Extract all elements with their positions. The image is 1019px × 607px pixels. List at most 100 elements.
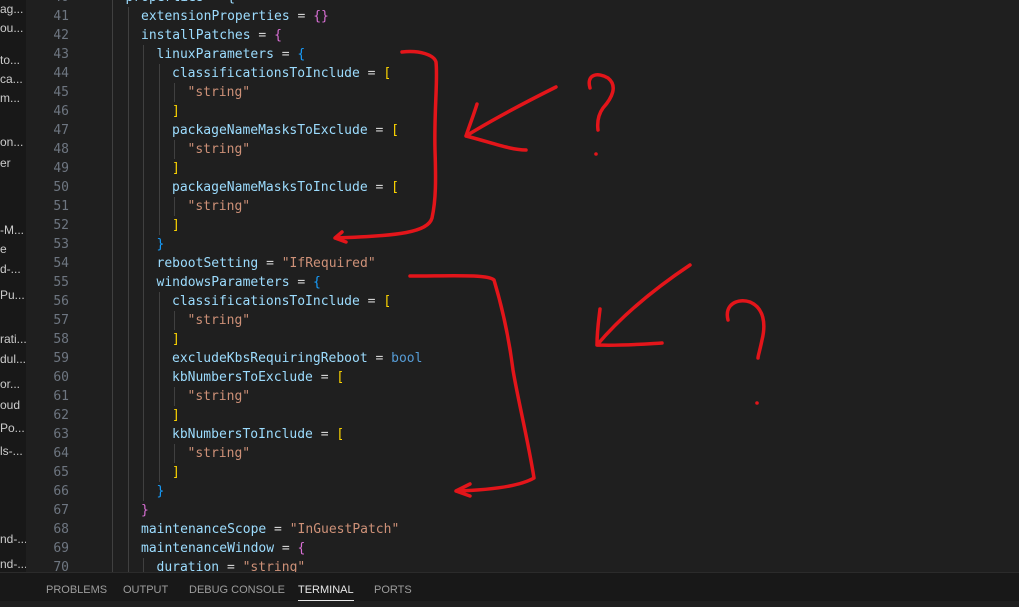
sidebar-item[interactable]: Po...	[0, 419, 26, 438]
code-token: ]	[172, 332, 180, 347]
indent-guide	[112, 45, 113, 64]
code-text: properties = {	[126, 0, 236, 7]
indent-guide	[127, 121, 129, 140]
code-line[interactable]: 69 maintenanceWindow = {	[26, 539, 1019, 558]
code-line[interactable]: 64 "string"	[26, 444, 1019, 463]
sidebar-item[interactable]: nd-...	[0, 555, 26, 572]
sidebar-item[interactable]: to...	[0, 51, 26, 70]
code-text: ]	[172, 216, 180, 235]
code-line[interactable]: 66}	[26, 482, 1019, 501]
sidebar-item[interactable]: ag...	[0, 0, 26, 19]
code-line[interactable]: 49]	[26, 159, 1019, 178]
code-text: excludeKbsRequiringReboot = bool	[172, 349, 422, 368]
sidebar-item[interactable]: Pu...	[0, 286, 26, 305]
sidebar-item[interactable]: ca...	[0, 70, 26, 89]
indent-guide	[158, 330, 160, 349]
line-number: 61	[53, 389, 69, 404]
code-line[interactable]: 43 linuxParameters = {	[26, 45, 1019, 64]
code-line[interactable]: 58]	[26, 330, 1019, 349]
code-text: maintenanceScope = "InGuestPatch"	[141, 520, 399, 539]
indent-guide	[143, 387, 144, 406]
indent-guide	[112, 7, 113, 26]
tab-problems[interactable]: PROBLEMS	[46, 573, 107, 601]
code-text: kbNumbersToInclude = [	[172, 425, 344, 444]
tab-ports[interactable]: PORTS	[374, 573, 412, 601]
indent-guide	[174, 444, 175, 463]
code-text: "string"	[188, 311, 251, 330]
code-text: maintenanceWindow = {	[141, 539, 305, 558]
sidebar-item[interactable]: d-...	[0, 260, 26, 279]
code-line[interactable]: 65]	[26, 463, 1019, 482]
code-token: excludeKbsRequiringReboot	[172, 351, 368, 366]
code-line[interactable]: 51 "string"	[26, 197, 1019, 216]
code-token: ]	[172, 104, 180, 119]
code-line[interactable]: 53}	[26, 235, 1019, 254]
indent-guide	[143, 178, 144, 197]
code-line[interactable]: 48 "string"	[26, 140, 1019, 159]
code-token: {	[313, 275, 321, 290]
code-editor[interactable]: 40 properties = {41 extensionProperties = …	[26, 0, 1019, 572]
code-line[interactable]: 52]	[26, 216, 1019, 235]
sidebar-item[interactable]: dul...	[0, 350, 26, 369]
code-line[interactable]: 59 excludeKbsRequiringReboot = bool	[26, 349, 1019, 368]
code-line[interactable]: 68 maintenanceScope = "InGuestPatch"	[26, 520, 1019, 539]
code-line[interactable]: 45 "string"	[26, 83, 1019, 102]
sidebar-item[interactable]: ou...	[0, 19, 26, 38]
sidebar-item[interactable]: or...	[0, 375, 26, 394]
code-line[interactable]: 63 kbNumbersToInclude = [	[26, 425, 1019, 444]
sidebar-item[interactable]: er	[0, 154, 26, 173]
indent-guide	[127, 7, 129, 26]
indent-guide	[112, 558, 113, 572]
code-token: =	[273, 47, 298, 62]
code-line[interactable]: 42 installPatches = {	[26, 26, 1019, 45]
code-line[interactable]: 57 "string"	[26, 311, 1019, 330]
code-text: ]	[172, 159, 180, 178]
code-line[interactable]: 62]	[26, 406, 1019, 425]
code-line[interactable]: 60 kbNumbersToExclude = [	[26, 368, 1019, 387]
code-line[interactable]: 67}	[26, 501, 1019, 520]
sidebar-item[interactable]: ls-...	[0, 442, 26, 461]
line-number: 56	[53, 294, 69, 309]
code-line[interactable]: 46]	[26, 102, 1019, 121]
code-line[interactable]: 47 packageNameMasksToExclude = [	[26, 121, 1019, 140]
sidebar-item[interactable]: e	[0, 240, 26, 259]
code-line[interactable]: 41 extensionProperties = {}	[26, 7, 1019, 26]
line-number: 41	[53, 9, 69, 24]
indent-guide	[127, 83, 129, 102]
sidebar-item[interactable]: rati...	[0, 330, 26, 349]
code-line[interactable]: 54 rebootSetting = "IfRequired"	[26, 254, 1019, 273]
code-line[interactable]: 70 duration = "string"	[26, 558, 1019, 572]
indent-guide	[143, 197, 144, 216]
sidebar-item[interactable]: nd-...	[0, 530, 26, 549]
sidebar-item[interactable]: m...	[0, 89, 26, 108]
code-token: [	[336, 370, 345, 385]
indent-guide	[112, 83, 113, 102]
code-line[interactable]: 55 windowsParameters = {	[26, 273, 1019, 292]
tab-output[interactable]: OUTPUT	[123, 573, 168, 601]
code-line[interactable]: 40 properties = {	[26, 0, 1019, 7]
indent-guide	[158, 349, 160, 368]
indent-guide	[158, 64, 160, 83]
line-number: 67	[53, 503, 69, 518]
indent-guide	[112, 520, 113, 539]
sidebar-item[interactable]: -M...	[0, 221, 26, 240]
indent-guide	[143, 311, 144, 330]
code-text: }	[157, 482, 165, 501]
code-text: installPatches = {	[141, 26, 282, 45]
code-line[interactable]: 44 classificationsToInclude = [	[26, 64, 1019, 83]
indent-guide	[127, 45, 129, 64]
indent-guide	[143, 273, 144, 292]
code-text: "string"	[188, 83, 251, 102]
indent-guide	[143, 425, 144, 444]
code-line[interactable]: 56 classificationsToInclude = [	[26, 292, 1019, 311]
code-line[interactable]: 50 packageNameMasksToInclude = [	[26, 178, 1019, 197]
tab-debug-console[interactable]: DEBUG CONSOLE	[189, 573, 285, 601]
code-line[interactable]: 61 "string"	[26, 387, 1019, 406]
indent-guide	[112, 216, 113, 235]
code-token: =	[359, 66, 384, 81]
tab-terminal[interactable]: TERMINAL	[298, 573, 354, 601]
sidebar-item[interactable]: oud	[0, 396, 26, 415]
sidebar-item[interactable]: on...	[0, 133, 26, 152]
indent-guide	[127, 406, 129, 425]
indent-guide	[158, 159, 160, 178]
